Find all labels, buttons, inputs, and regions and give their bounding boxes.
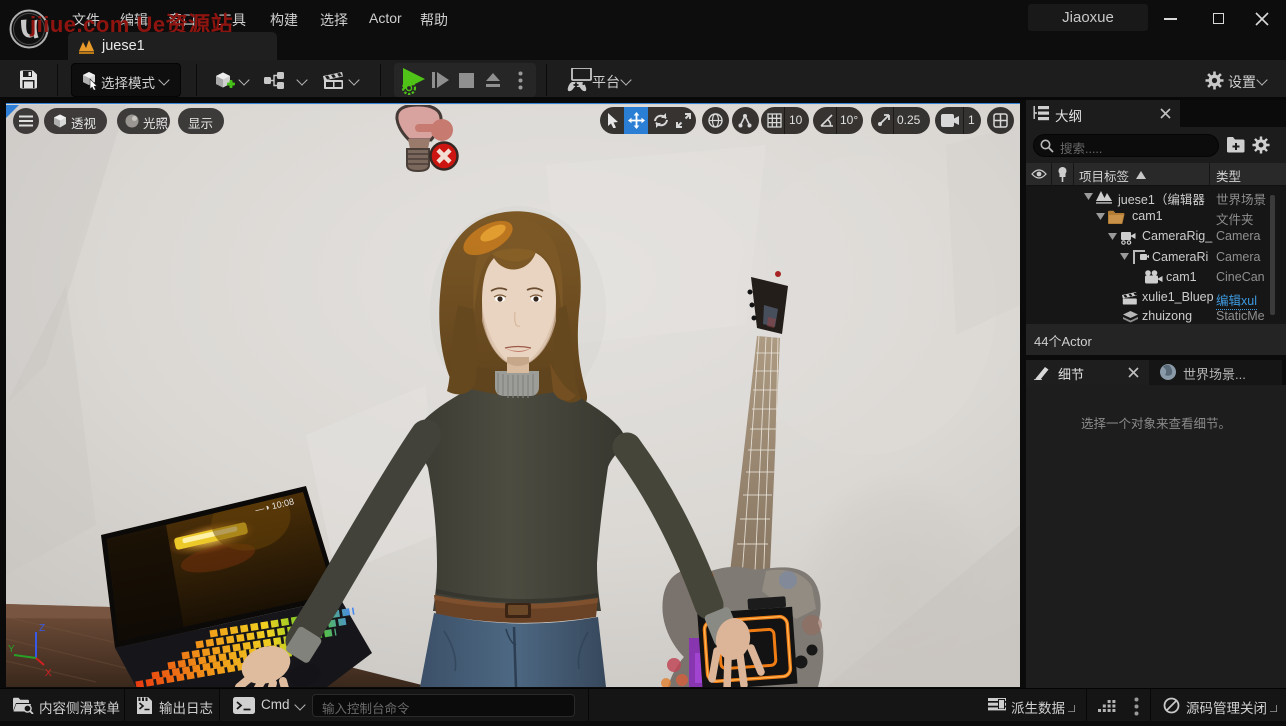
- svg-text:Z: Z: [39, 623, 45, 634]
- svg-text:X: X: [45, 668, 52, 679]
- svg-text:Y: Y: [8, 644, 15, 655]
